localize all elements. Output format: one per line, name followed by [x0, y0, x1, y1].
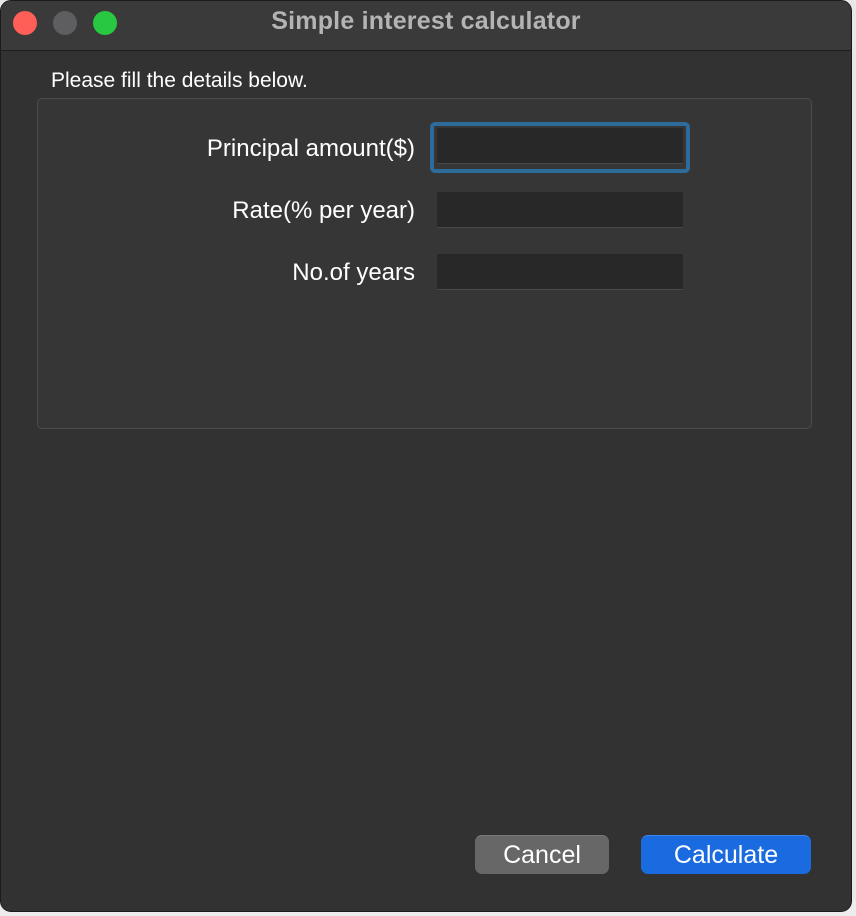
calculate-button[interactable]: Calculate — [641, 835, 811, 874]
years-input[interactable] — [437, 254, 683, 290]
instruction-text: Please fill the details below. — [51, 69, 308, 92]
principal-amount-input[interactable] — [437, 128, 683, 164]
principal-label: Principal amount($) — [206, 135, 415, 162]
title-bar[interactable]: Simple interest calculator — [1, 1, 851, 51]
rate-label: Rate(% per year) — [232, 197, 415, 224]
rate-input[interactable] — [437, 192, 683, 228]
window-title: Simple interest calculator — [271, 7, 581, 35]
cancel-button[interactable]: Cancel — [475, 835, 609, 874]
years-label: No.of years — [292, 259, 415, 286]
details-panel — [37, 98, 812, 429]
calculator-window: Simple interest calculator Please fill t… — [0, 0, 852, 912]
